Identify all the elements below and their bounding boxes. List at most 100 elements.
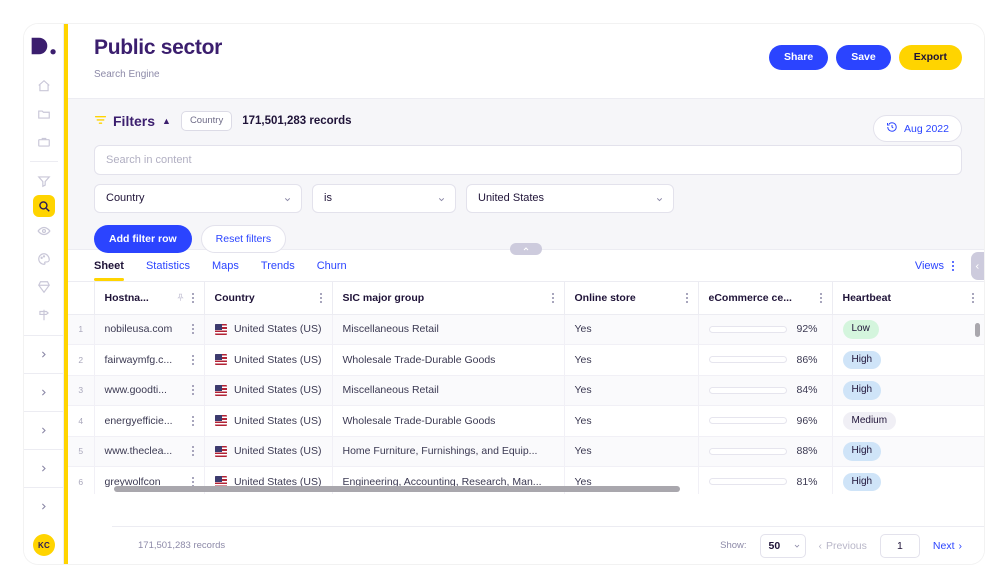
table-body: 1 nobileusa.com United States (US) Miscella… [68,314,984,494]
vertical-scrollbar-thumb[interactable] [975,323,980,337]
country-value: United States (US) [233,414,322,427]
column-menu-icon[interactable] [191,292,194,303]
pin-icon[interactable] [176,293,185,302]
row-menu-icon[interactable] [191,415,194,426]
table-row[interactable]: 3 www.goodti... United States (US) Miscella… [68,375,984,406]
filters-label: Filters [113,112,156,129]
avatar[interactable]: KC [33,534,55,556]
row-menu-icon[interactable] [191,446,194,457]
filters-panel: Filters ▲ Country 171,501,283 records Au… [68,98,984,253]
table-footer: 171,501,283 records Show: 50 ‹ Previous … [112,526,984,564]
row-number: 5 [68,436,95,467]
previous-page-button[interactable]: ‹ Previous [819,540,867,552]
column-menu-icon[interactable] [551,292,554,303]
horizontal-scrollbar-thumb[interactable] [114,486,680,492]
country-value: United States (US) [233,353,322,366]
filters-toggle[interactable]: Filters ▲ [94,113,171,129]
table-row[interactable]: 4 energyefficie... United States (US) Whole… [68,405,984,437]
table-row[interactable]: 1 nobileusa.com United States (US) Miscella… [68,314,984,345]
column-header-heartbeat[interactable]: Heartbeat [832,282,984,315]
tab-statistics[interactable]: Statistics [146,250,190,281]
share-button[interactable]: Share [769,45,829,70]
page-size-label: Show: [720,540,747,551]
status-badge: High [842,472,882,491]
filter-field-select[interactable]: Country [94,183,302,213]
hostname-value: energyefficie... [104,414,173,427]
sheet-table: Hostna... Country SIC major group Online… [68,282,984,494]
cell-hostname[interactable]: nobileusa.com [94,314,205,345]
add-filter-row-button[interactable]: Add filter row [94,224,192,253]
table-header-row: Hostna... Country SIC major group Online… [68,282,984,315]
rail-expand-2[interactable] [24,373,64,411]
hostname-value: www.theclea... [104,445,173,458]
column-menu-icon[interactable] [971,292,974,303]
column-header-online-store[interactable]: Online store [564,282,699,315]
rail-divider [29,161,58,162]
ecommerce-percent: 96% [796,414,818,427]
filters-header-row: Filters ▲ Country 171,501,283 records [94,111,962,131]
chevron-down-icon [283,195,292,204]
rail-expand-3[interactable] [24,411,64,449]
search-input[interactable] [94,144,962,175]
tab-trends[interactable]: Trends [261,250,295,281]
filter-operator-select[interactable]: is [312,183,456,213]
cell-sic: Wholesale Trade-Durable Goods [332,344,565,376]
app-logo[interactable] [30,32,60,60]
views-more-icon[interactable] [952,260,954,271]
palette-icon[interactable] [24,245,64,273]
column-menu-icon[interactable] [685,292,688,303]
flag-us-icon [214,415,227,427]
row-number: 2 [68,344,95,376]
search-icon[interactable] [32,195,55,217]
cell-hostname[interactable]: fairwaymfg.c... [94,344,205,376]
row-menu-icon[interactable] [191,354,194,365]
cell-ecommerce: 86% [698,344,833,376]
filter-funnel-icon[interactable] [24,167,64,195]
ecommerce-progress-bar [708,386,787,394]
panel-collapse-handle[interactable] [510,243,542,255]
right-panel-collapse-button[interactable] [971,252,984,280]
eye-icon[interactable] [24,217,64,245]
export-button[interactable]: Export [898,45,962,70]
column-header-country[interactable]: Country [204,282,333,315]
next-page-button[interactable]: Next › [933,540,962,552]
briefcase-icon[interactable] [24,128,64,156]
page-header: Public sector Search Engine Share Save E… [68,24,984,98]
views-button[interactable]: Views [915,260,944,272]
date-range-button[interactable]: Aug 2022 [873,115,962,142]
column-menu-icon[interactable] [819,292,822,303]
cell-country: United States (US) [204,436,333,467]
signpost-icon[interactable] [24,301,64,329]
column-header-sic-major-group[interactable]: SIC major group [332,282,565,315]
ecommerce-progress-bar [708,417,787,425]
filter-chip-country[interactable]: Country [180,111,233,131]
cell-hostname[interactable]: www.goodti... [94,375,205,406]
folder-icon[interactable] [24,100,64,128]
rail-expand-1[interactable] [24,335,64,373]
table-row[interactable]: 5 www.theclea... United States (US) Home Fu… [68,436,984,467]
flag-us-icon [214,384,227,396]
home-icon[interactable] [24,72,64,100]
page-number-input[interactable] [879,533,920,558]
column-header-ecommerce[interactable]: eCommerce ce... [698,282,833,315]
chevron-down-icon [437,195,446,204]
tab-churn[interactable]: Churn [317,250,347,281]
save-button[interactable]: Save [836,45,891,70]
rail-expand-5[interactable] [24,487,64,525]
table-row[interactable]: 2 fairwaymfg.c... United States (US) Wholes… [68,344,984,376]
cell-ecommerce: 81% [698,466,833,494]
filter-value-select[interactable]: United States [466,183,674,213]
tab-maps[interactable]: Maps [212,250,239,281]
tab-sheet[interactable]: Sheet [94,250,124,281]
row-menu-icon[interactable] [191,385,194,396]
cell-country: United States (US) [204,405,333,437]
cell-hostname[interactable]: energyefficie... [94,405,205,437]
reset-filters-button[interactable]: Reset filters [200,224,287,253]
column-menu-icon[interactable] [319,292,322,303]
column-header-hostname[interactable]: Hostna... [94,282,205,315]
row-menu-icon[interactable] [191,324,194,335]
diamond-icon[interactable] [24,273,64,301]
rail-expand-4[interactable] [24,449,64,487]
page-size-select[interactable]: 50 [759,533,806,558]
cell-hostname[interactable]: www.theclea... [94,436,205,467]
